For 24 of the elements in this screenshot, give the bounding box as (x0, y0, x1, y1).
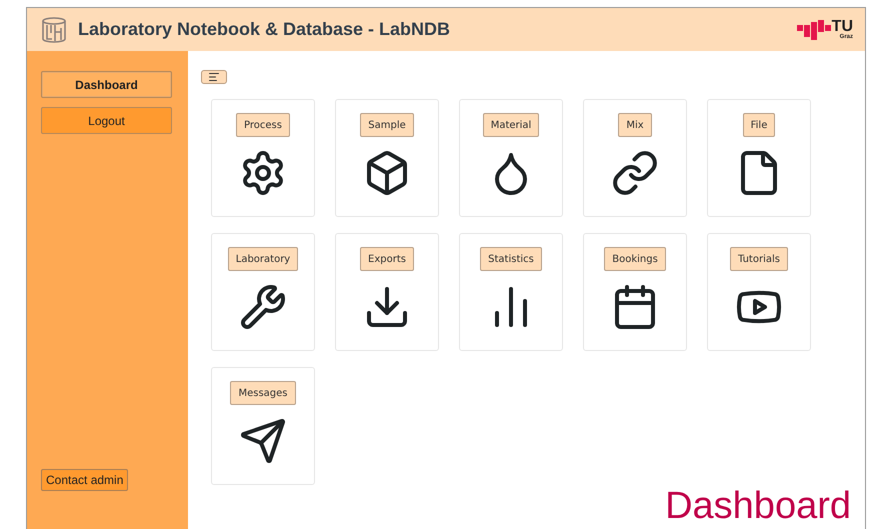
logo-icon (796, 20, 831, 40)
send-icon[interactable] (239, 417, 287, 465)
tile-button[interactable]: Material (482, 113, 540, 137)
tile-button[interactable]: Process (236, 113, 290, 137)
tile-button[interactable]: Tutorials (730, 247, 788, 271)
tile-button[interactable]: Sample (360, 113, 414, 137)
tile-button[interactable]: Exports (360, 247, 414, 271)
wrench-icon[interactable] (239, 283, 287, 331)
page-caption: Dashboard (665, 485, 851, 529)
align-left-icon (208, 71, 220, 83)
tile-button[interactable]: Bookings (604, 247, 666, 271)
app-title: Laboratory Notebook & Database - LabNDB (78, 19, 452, 40)
logo-text: TU (832, 20, 853, 34)
tile-button[interactable]: Laboratory (228, 247, 298, 271)
tile-button[interactable]: Messages (230, 381, 296, 405)
link-icon[interactable] (611, 149, 659, 197)
sidebar-button[interactable]: Logout (41, 107, 172, 134)
sidebar-button[interactable]: Dashboard (41, 71, 172, 98)
menu-toggle-button[interactable] (201, 70, 227, 84)
tile-button[interactable]: File (742, 113, 776, 137)
tile-button[interactable]: Statistics (480, 247, 542, 271)
tile-button[interactable]: Mix (618, 113, 652, 137)
database-logo-icon (40, 16, 68, 44)
contact-button[interactable]: Contact admin (41, 469, 128, 491)
